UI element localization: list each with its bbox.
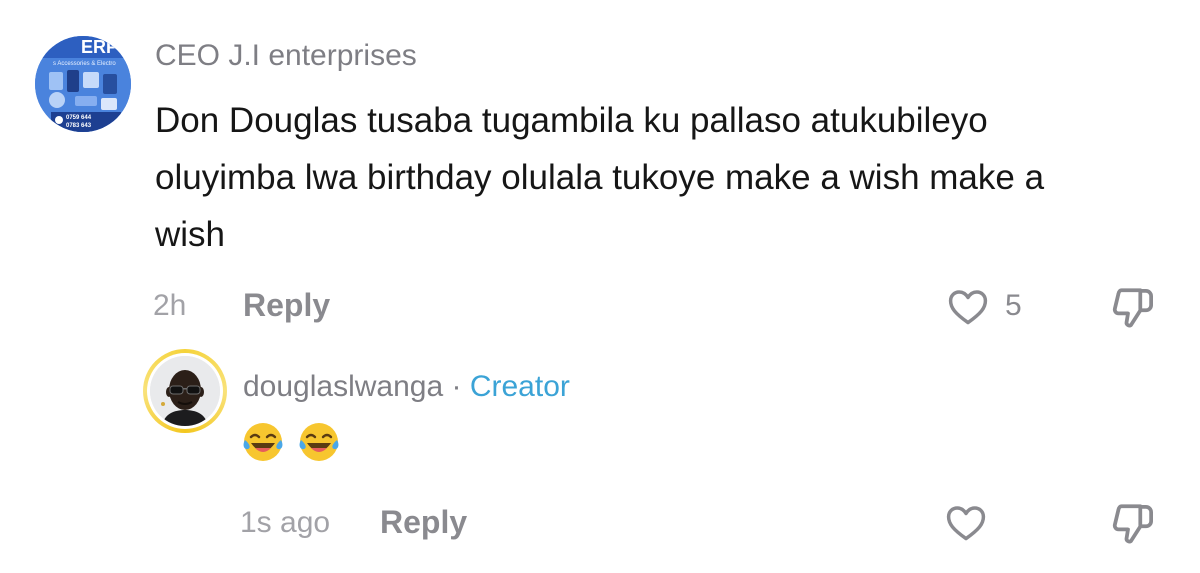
like-count: 5 — [1005, 289, 1022, 322]
heart-outline-icon[interactable] — [946, 285, 990, 329]
comment-timestamp: 2h — [153, 289, 187, 322]
username-separator: · — [443, 370, 470, 403]
avatar-phone-1: 0759 644 — [66, 115, 92, 121]
avatar-caption-text: s Accessories & Electro — [53, 61, 116, 67]
avatar-phone-2: 0783 643 — [66, 123, 92, 129]
creator-badge: Creator — [469, 370, 570, 403]
comment-text: Don Douglas tusaba tugambila ku pallaso … — [155, 101, 1045, 254]
memoji-avatar-image — [150, 356, 220, 426]
thumbs-down-icon[interactable] — [1108, 499, 1158, 549]
creator-avatar[interactable] — [143, 349, 227, 433]
avatar-logo-text: ERP — [81, 37, 118, 57]
reply-username[interactable]: douglaslwanga — [243, 370, 443, 403]
comment-username[interactable]: CEO J.I enterprises — [155, 36, 417, 76]
heart-outline-icon[interactable] — [944, 501, 988, 545]
avatar[interactable]: ERP s Accessories & Electro 0759 644 078… — [35, 36, 131, 132]
reply-button[interactable]: Reply — [243, 284, 330, 326]
reply-timestamp: 1s ago — [240, 506, 331, 539]
reply-button[interactable]: Reply — [380, 501, 467, 543]
laughing-tears-emoji — [299, 423, 339, 461]
store-banner-image: ERP s Accessories & Electro 0759 644 078… — [35, 36, 131, 132]
reply-username-line: douglaslwanga · Creator — [243, 367, 570, 407]
laughing-tears-emoji — [243, 423, 283, 461]
thumbs-down-icon[interactable] — [1108, 283, 1158, 333]
reply-text — [241, 420, 341, 468]
